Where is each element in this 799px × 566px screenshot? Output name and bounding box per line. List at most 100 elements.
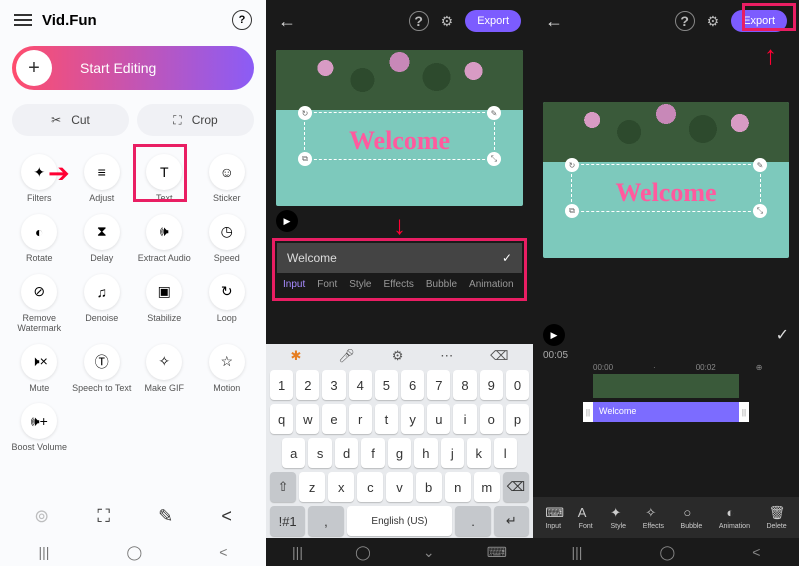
kb-more-icon[interactable]: ⋯: [440, 348, 453, 364]
nav-back[interactable]: <: [219, 544, 227, 560]
video-preview[interactable]: Welcome ↻ ✎ ⧉ ⤡: [276, 50, 523, 206]
key-9[interactable]: 9: [480, 370, 503, 400]
nav-recents[interactable]: |||: [39, 544, 50, 560]
tool-remove-watermark[interactable]: ⊘Remove Watermark: [8, 270, 71, 338]
key-7[interactable]: 7: [427, 370, 450, 400]
handle-resize[interactable]: ⤡: [487, 152, 501, 166]
key-i[interactable]: i: [453, 404, 476, 434]
tab-bubble[interactable]: Bubble: [426, 279, 457, 290]
nav-back[interactable]: ⌄: [423, 544, 435, 561]
settings-icon[interactable]: ⚙: [707, 13, 720, 30]
key-v[interactable]: v: [386, 472, 412, 502]
back-icon[interactable]: ←: [278, 11, 296, 32]
key-backspace[interactable]: ⌫: [503, 472, 529, 502]
text-selection-box[interactable]: ↻ ✎ ⧉ ⤡: [304, 112, 495, 160]
tool-stabilize[interactable]: ▣Stabilize: [133, 270, 196, 338]
help-icon[interactable]: ?: [232, 10, 252, 30]
confirm-icon[interactable]: ✓: [776, 325, 789, 345]
handle-edit[interactable]: ✎: [487, 106, 501, 120]
tool-extract-audio[interactable]: 🕪Extract Audio: [133, 210, 196, 268]
nav-recents[interactable]: |||: [292, 544, 303, 560]
key-comma[interactable]: ,: [308, 506, 343, 536]
timeline-text-clip[interactable]: Welcome: [593, 402, 739, 422]
nav-home[interactable]: ◯: [660, 544, 676, 561]
key-h[interactable]: h: [414, 438, 437, 468]
key-8[interactable]: 8: [453, 370, 476, 400]
nav-home[interactable]: ◯: [355, 544, 371, 561]
key-g[interactable]: g: [388, 438, 411, 468]
scan-icon[interactable]: ⛶: [97, 506, 110, 527]
key-enter[interactable]: ↵: [494, 506, 529, 536]
key-6[interactable]: 6: [401, 370, 424, 400]
tool-make-gif[interactable]: ✧Make GIF: [133, 340, 196, 398]
zoom-icon[interactable]: ⊕: [756, 363, 763, 372]
key-m[interactable]: m: [474, 472, 500, 502]
start-editing-button[interactable]: + Start Editing: [12, 46, 254, 90]
nav-keyboard-icon[interactable]: ⌨: [487, 544, 507, 561]
key-t[interactable]: t: [375, 404, 398, 434]
magic-icon[interactable]: ✎: [158, 506, 173, 527]
key-n[interactable]: n: [445, 472, 471, 502]
tab-animation[interactable]: Animation: [469, 279, 513, 290]
tool-delay[interactable]: ⧗Delay: [71, 210, 134, 268]
tool-motion[interactable]: ☆Motion: [196, 340, 259, 398]
key-y[interactable]: y: [401, 404, 424, 434]
settings-icon[interactable]: ⚙: [441, 13, 454, 30]
key-f[interactable]: f: [361, 438, 384, 468]
key-s[interactable]: s: [308, 438, 331, 468]
tool-rotate[interactable]: ◐Rotate: [8, 210, 71, 268]
key-period[interactable]: .: [455, 506, 490, 536]
key-a[interactable]: a: [282, 438, 305, 468]
share-icon[interactable]: <: [221, 506, 232, 527]
kb-emoji-icon[interactable]: ✱: [290, 348, 301, 364]
tool-speed[interactable]: ◷Speed: [196, 210, 259, 268]
key-j[interactable]: j: [441, 438, 464, 468]
key-r[interactable]: r: [349, 404, 372, 434]
key-1[interactable]: 1: [270, 370, 293, 400]
nav-recents[interactable]: |||: [572, 544, 583, 560]
key-space[interactable]: English (US): [347, 506, 453, 536]
tool-adjust[interactable]: ≡Adjust: [71, 150, 134, 208]
key-x[interactable]: x: [328, 472, 354, 502]
confirm-icon[interactable]: ✓: [502, 251, 512, 265]
handle-edit[interactable]: ✎: [753, 158, 767, 172]
key-d[interactable]: d: [335, 438, 358, 468]
tl-tool-style[interactable]: ✦Style: [610, 505, 626, 530]
tool-speech-to-text[interactable]: ⓉSpeech to Text: [71, 340, 134, 398]
key-o[interactable]: o: [480, 404, 503, 434]
key-l[interactable]: l: [494, 438, 517, 468]
key-symbols[interactable]: !#1: [270, 506, 305, 536]
tl-tool-delete[interactable]: 🗑Delete: [766, 505, 786, 530]
text-selection-box[interactable]: ↻ ✎ ⧉ ⤡: [571, 164, 761, 212]
tl-tool-bubble[interactable]: ○Bubble: [681, 505, 703, 530]
key-q[interactable]: q: [270, 404, 293, 434]
tool-mute[interactable]: 🕨×Mute: [8, 340, 71, 398]
tl-tool-animation[interactable]: ◐Animation: [719, 505, 750, 530]
kb-mic-icon[interactable]: 🎤︎: [338, 348, 355, 364]
tab-effects[interactable]: Effects: [384, 279, 414, 290]
tool-denoise[interactable]: ♫Denoise: [71, 270, 134, 338]
tab-font[interactable]: Font: [317, 279, 337, 290]
tab-input[interactable]: Input: [283, 279, 305, 290]
key-0[interactable]: 0: [506, 370, 529, 400]
tab-style[interactable]: Style: [349, 279, 371, 290]
tool-sticker[interactable]: ☺Sticker: [196, 150, 259, 208]
tl-tool-input[interactable]: ⌨Input: [545, 505, 561, 530]
menu-icon[interactable]: [14, 14, 32, 26]
handle-resize[interactable]: ⤡: [753, 204, 767, 218]
export-button[interactable]: Export: [465, 10, 521, 32]
text-input-field[interactable]: Welcome ✓: [277, 243, 522, 273]
tl-tool-effects[interactable]: ✧Effects: [643, 505, 664, 530]
video-preview[interactable]: Welcome ↻ ✎ ⧉ ⤡: [543, 102, 789, 258]
key-3[interactable]: 3: [322, 370, 345, 400]
play-button[interactable]: ▶: [276, 210, 298, 232]
key-4[interactable]: 4: [349, 370, 372, 400]
key-w[interactable]: w: [296, 404, 319, 434]
key-b[interactable]: b: [416, 472, 442, 502]
key-u[interactable]: u: [427, 404, 450, 434]
help-icon[interactable]: ?: [675, 11, 695, 31]
handle-rotate[interactable]: ↻: [298, 106, 312, 120]
kb-settings-icon[interactable]: ⚙: [392, 348, 404, 364]
tool-loop[interactable]: ↻Loop: [196, 270, 259, 338]
back-icon[interactable]: ←: [545, 11, 563, 32]
